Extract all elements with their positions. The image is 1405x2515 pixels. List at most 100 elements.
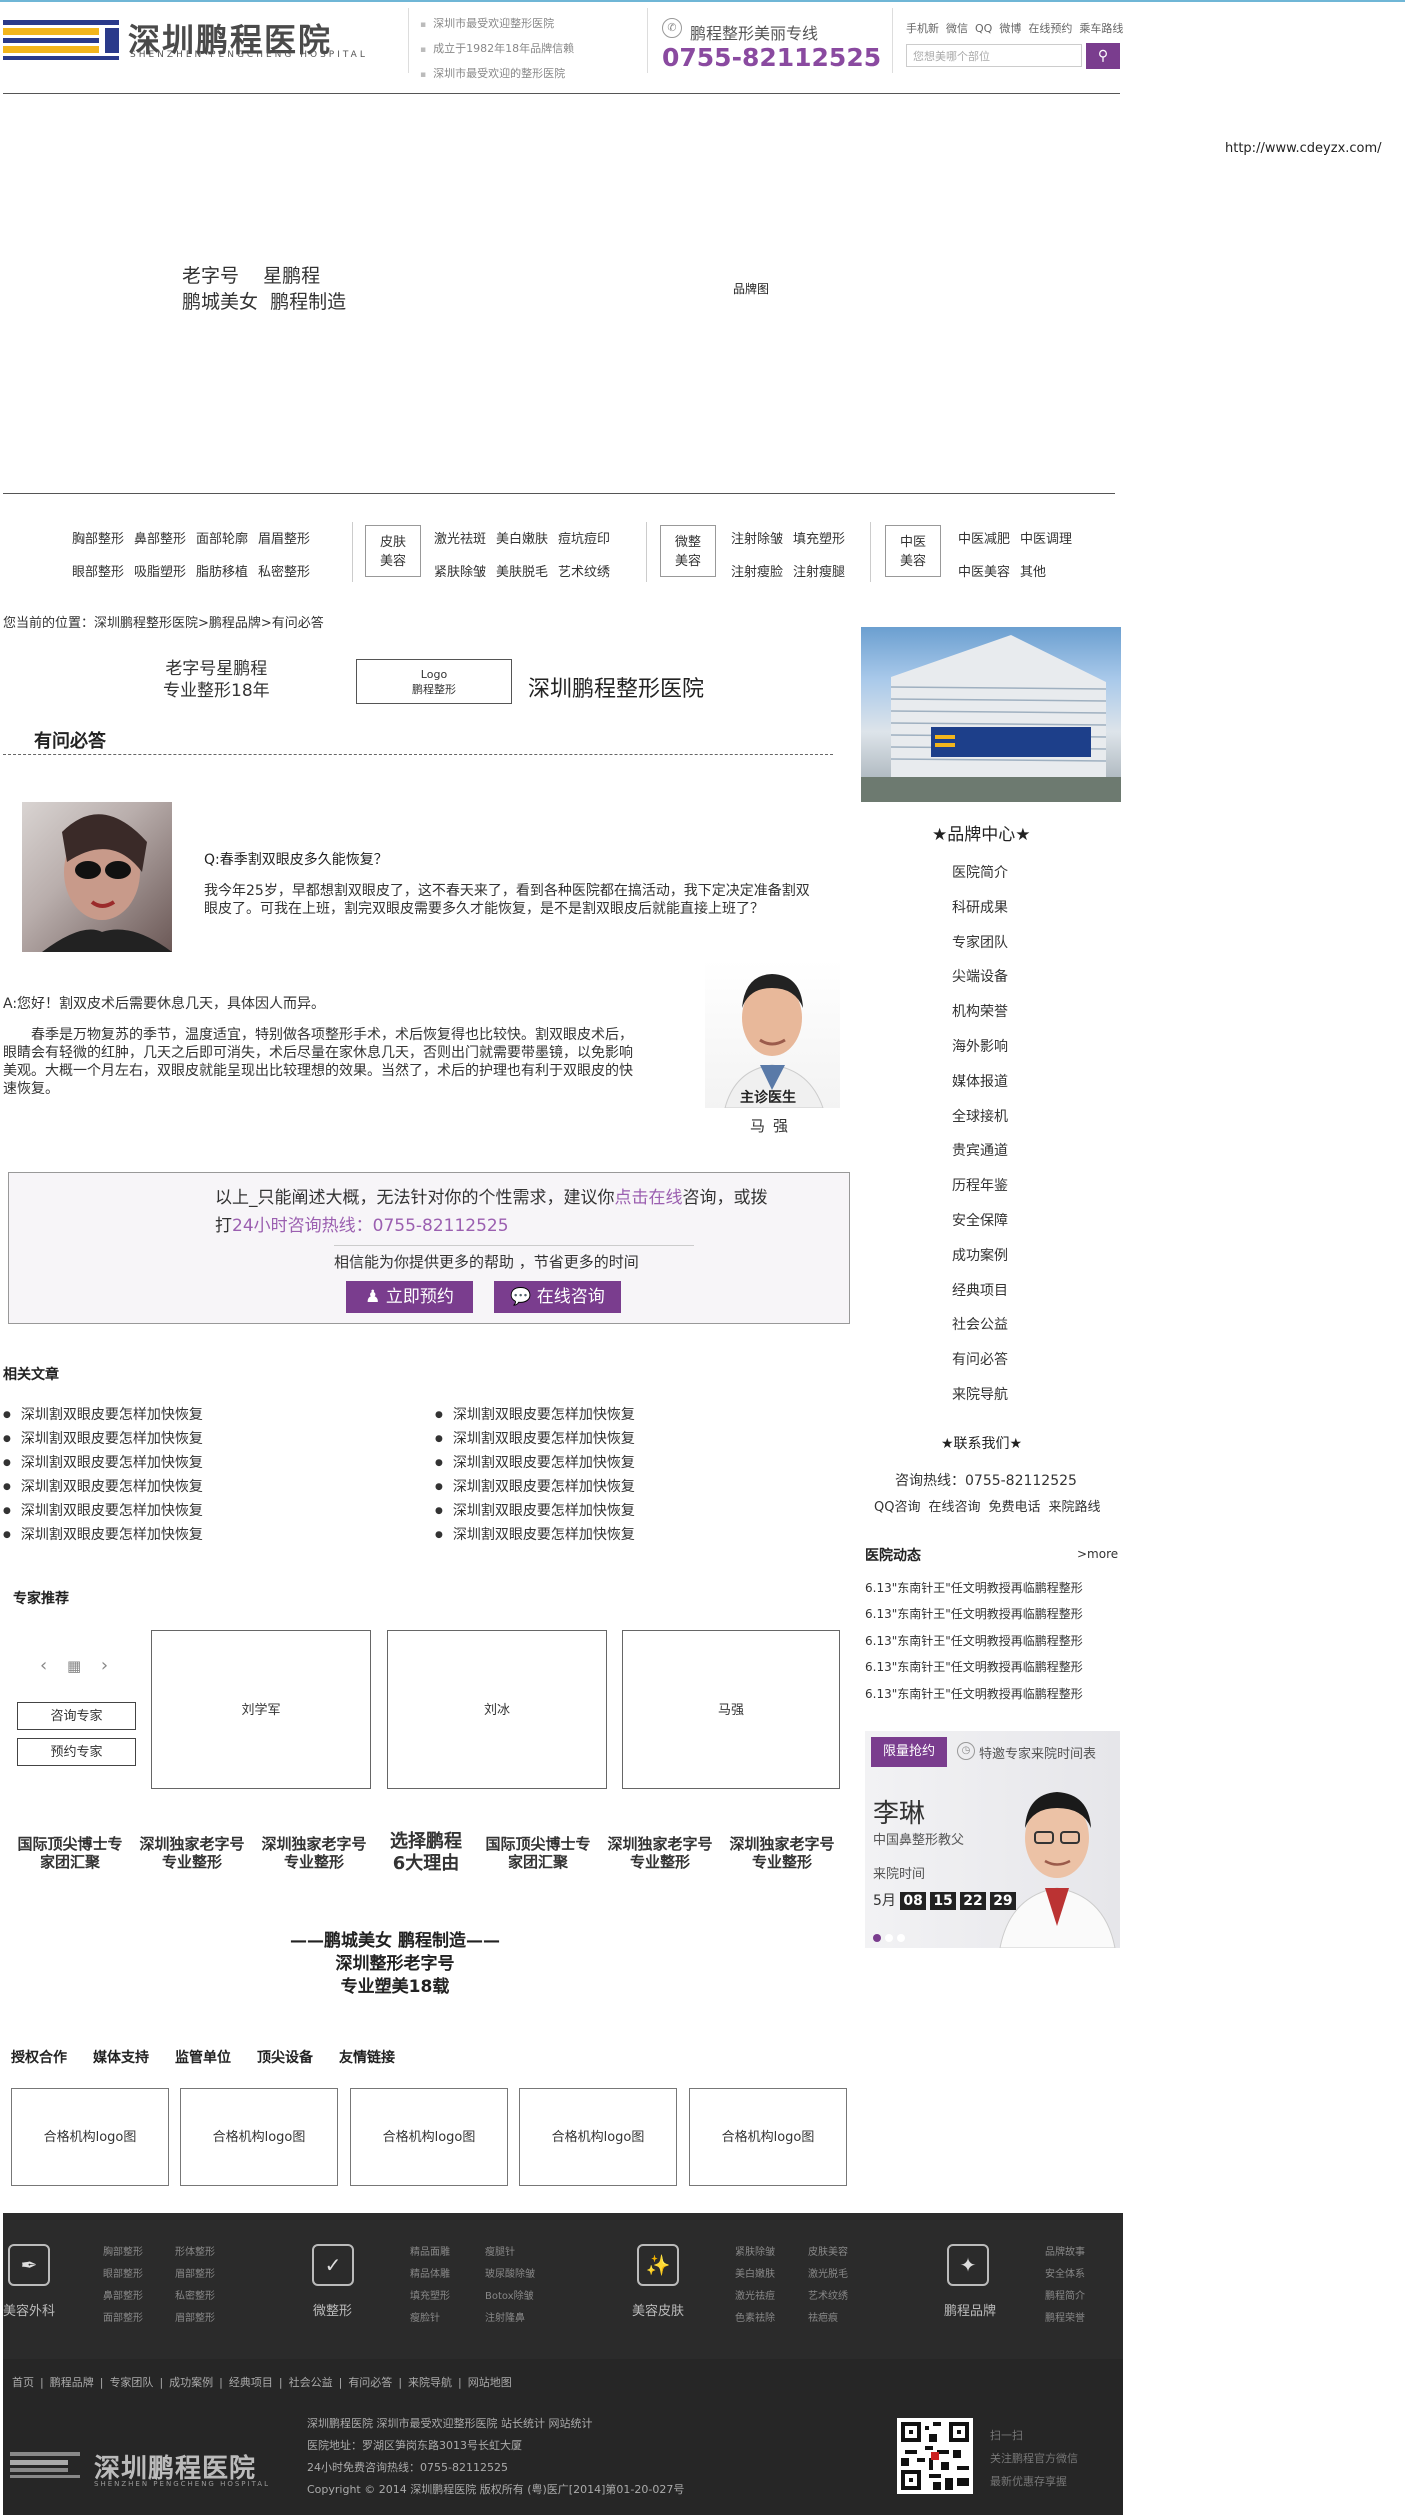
footer-link[interactable]: 玻尿酸除皱 [485, 2264, 535, 2286]
brand-link[interactable]: 贵宾通道 [952, 1134, 1008, 1169]
menu-item[interactable]: 胸部整形 [72, 532, 124, 547]
news-link[interactable]: 6.13"东南针王"任文明教授再临鹏程整形 [865, 1575, 1083, 1601]
footer-link[interactable]: 瘦脸针 [410, 2308, 450, 2330]
news-link[interactable]: 6.13"东南针王"任文明教授再临鹏程整形 [865, 1654, 1083, 1680]
footer-link[interactable]: 艺术纹绣 [808, 2286, 848, 2308]
contact-link-call[interactable]: 免费电话 [988, 1500, 1040, 1515]
menu-category-skin[interactable]: 皮肤 美容 [365, 525, 421, 577]
consult-online-link[interactable]: 点击在线 [615, 1188, 683, 1208]
contact-link-qq[interactable]: QQ咨询 [874, 1500, 920, 1515]
contact-link-route[interactable]: 来院路线 [1049, 1500, 1101, 1515]
brand-link[interactable]: 历程年鉴 [952, 1169, 1008, 1204]
menu-category-tcm[interactable]: 中医 美容 [885, 525, 941, 577]
footer-link[interactable]: 形体整形 [175, 2242, 215, 2264]
footer-link[interactable]: 面部整形 [103, 2308, 143, 2330]
tab-media[interactable]: 媒体支持 [93, 2050, 149, 2066]
partner-logo[interactable]: 合格机构logo图 [350, 2088, 508, 2186]
menu-item[interactable]: 注射瘦脸 [731, 565, 783, 580]
footer-nav-link[interactable]: 鹏程品牌 [50, 2376, 94, 2389]
news-link[interactable]: 6.13"东南针王"任文明教授再临鹏程整形 [865, 1601, 1083, 1627]
footer-link[interactable]: 私密整形 [175, 2286, 215, 2308]
footer-link[interactable]: 色素祛除 [735, 2308, 775, 2330]
top-link-weibo[interactable]: 微博 [999, 22, 1021, 35]
news-link[interactable]: 6.13"东南针王"任文明教授再临鹏程整形 [865, 1681, 1083, 1707]
brand-link[interactable]: 机构荣誉 [952, 995, 1008, 1030]
menu-item[interactable]: 艺术纹绣 [558, 565, 610, 580]
expert-card[interactable]: 马强 [622, 1630, 840, 1789]
footer-nav-link[interactable]: 网站地图 [468, 2376, 512, 2389]
brand-link[interactable]: 有问必答 [952, 1343, 1008, 1378]
footer-link[interactable]: 鼻部整形 [103, 2286, 143, 2308]
related-link[interactable]: 深圳割双眼皮要怎样加快恢复 [3, 1427, 203, 1451]
header-news-item[interactable]: 深圳市最受欢迎的整形医院 [420, 62, 574, 87]
footer-link[interactable]: 紧肤除皱 [735, 2242, 775, 2264]
menu-item[interactable]: 填充塑形 [793, 532, 845, 547]
related-link[interactable]: 深圳割双眼皮要怎样加快恢复 [435, 1499, 635, 1523]
footer-link[interactable]: 祛疤痕 [808, 2308, 848, 2330]
sparkle-wand-icon[interactable]: ✨ [637, 2244, 679, 2286]
star-wand-icon[interactable]: ✦ [947, 2244, 989, 2286]
footer-nav-link[interactable]: 社会公益 [289, 2376, 333, 2389]
partner-logo[interactable]: 合格机构logo图 [519, 2088, 677, 2186]
menu-item[interactable]: 注射瘦腿 [793, 565, 845, 580]
menu-item[interactable]: 私密整形 [258, 565, 310, 580]
grid-icon[interactable]: ▦ [67, 1657, 81, 1675]
menu-item[interactable]: 痘坑痘印 [558, 532, 610, 547]
menu-item[interactable]: 吸脂塑形 [134, 565, 186, 580]
chevron-right-icon[interactable]: › [101, 1655, 108, 1676]
brand-link[interactable]: 社会公益 [952, 1308, 1008, 1343]
brand-link[interactable]: 来院导航 [952, 1378, 1008, 1413]
partner-logo[interactable]: 合格机构logo图 [689, 2088, 847, 2186]
search-button[interactable]: ⚲ [1086, 43, 1120, 69]
related-link[interactable]: 深圳割双眼皮要怎样加快恢复 [435, 1403, 635, 1427]
tab-friend-links[interactable]: 友情链接 [339, 2050, 395, 2066]
tab-authorized[interactable]: 授权合作 [11, 2050, 67, 2066]
top-link-mobile[interactable]: 手机新 [906, 22, 939, 35]
search-input[interactable]: 您想美哪个部位 [906, 44, 1082, 67]
menu-item[interactable]: 中医调理 [1020, 532, 1072, 547]
footer-nav-link[interactable]: 成功案例 [169, 2376, 213, 2389]
menu-item[interactable]: 眉眉整形 [258, 532, 310, 547]
related-link[interactable]: 深圳割双眼皮要怎样加快恢复 [435, 1523, 635, 1547]
brand-link[interactable]: 海外影响 [952, 1030, 1008, 1065]
menu-item[interactable]: 美白嫩肤 [496, 532, 548, 547]
footer-link[interactable]: 眉部整形 [175, 2264, 215, 2286]
footer-nav-link[interactable]: 有问必答 [348, 2376, 392, 2389]
breadcrumb[interactable]: 您当前的位置：深圳鹏程整形医院>鹏程品牌>有问必答 [3, 612, 324, 631]
footer-category-label[interactable]: 鹏程品牌 [944, 2300, 996, 2319]
top-link-qq[interactable]: QQ [975, 22, 992, 35]
footer-category-label[interactable]: 美容皮肤 [632, 2300, 684, 2319]
menu-item[interactable]: 鼻部整形 [134, 532, 186, 547]
footer-link[interactable]: 鹏程荣誉 [1045, 2308, 1085, 2330]
tab-equipment[interactable]: 顶尖设备 [257, 2050, 313, 2066]
footer-category-label[interactable]: 微整形 [313, 2300, 352, 2319]
carousel-dot[interactable] [897, 1934, 905, 1942]
syringe-icon[interactable]: ✓ [312, 2244, 354, 2286]
related-link[interactable]: 深圳割双眼皮要怎样加快恢复 [3, 1523, 203, 1547]
top-link-wechat[interactable]: 微信 [946, 22, 968, 35]
footer-link[interactable]: 鹏程简介 [1045, 2286, 1085, 2308]
footer-link[interactable]: 眉部整形 [175, 2308, 215, 2330]
brand-link[interactable]: 媒体报道 [952, 1065, 1008, 1100]
partner-logo[interactable]: 合格机构logo图 [11, 2088, 169, 2186]
expert-card[interactable]: 刘学军 [151, 1630, 371, 1789]
related-link[interactable]: 深圳割双眼皮要怎样加快恢复 [435, 1475, 635, 1499]
related-link[interactable]: 深圳割双眼皮要怎样加快恢复 [435, 1451, 635, 1475]
footer-link[interactable]: 皮肤美容 [808, 2242, 848, 2264]
menu-item[interactable]: 注射除皱 [731, 532, 783, 547]
expert-visit-banner[interactable]: 限量抢约 ◷ 特邀专家来院时间表 李琳 中国鼻整形教父 来院时间 5月 08 1… [865, 1731, 1120, 1948]
news-more-link[interactable]: >more [1077, 1547, 1118, 1561]
menu-item[interactable]: 美肤脱毛 [496, 565, 548, 580]
related-link[interactable]: 深圳割双眼皮要怎样加快恢复 [3, 1403, 203, 1427]
top-link-route[interactable]: 乘车路线 [1079, 22, 1123, 35]
brand-link[interactable]: 科研成果 [952, 891, 1008, 926]
doctor-name[interactable]: 马强 [750, 1115, 796, 1136]
footer-link[interactable]: 眼部整形 [103, 2264, 143, 2286]
menu-item[interactable]: 中医美容 [958, 565, 1010, 580]
related-link[interactable]: 深圳割双眼皮要怎样加快恢复 [3, 1499, 203, 1523]
chevron-left-icon[interactable]: ‹ [40, 1655, 47, 1676]
scalpel-icon[interactable]: ✒ [8, 2244, 50, 2286]
partner-logo[interactable]: 合格机构logo图 [180, 2088, 338, 2186]
consult-expert-button[interactable]: 咨询专家 [17, 1702, 136, 1730]
menu-item[interactable]: 紧肤除皱 [434, 565, 486, 580]
